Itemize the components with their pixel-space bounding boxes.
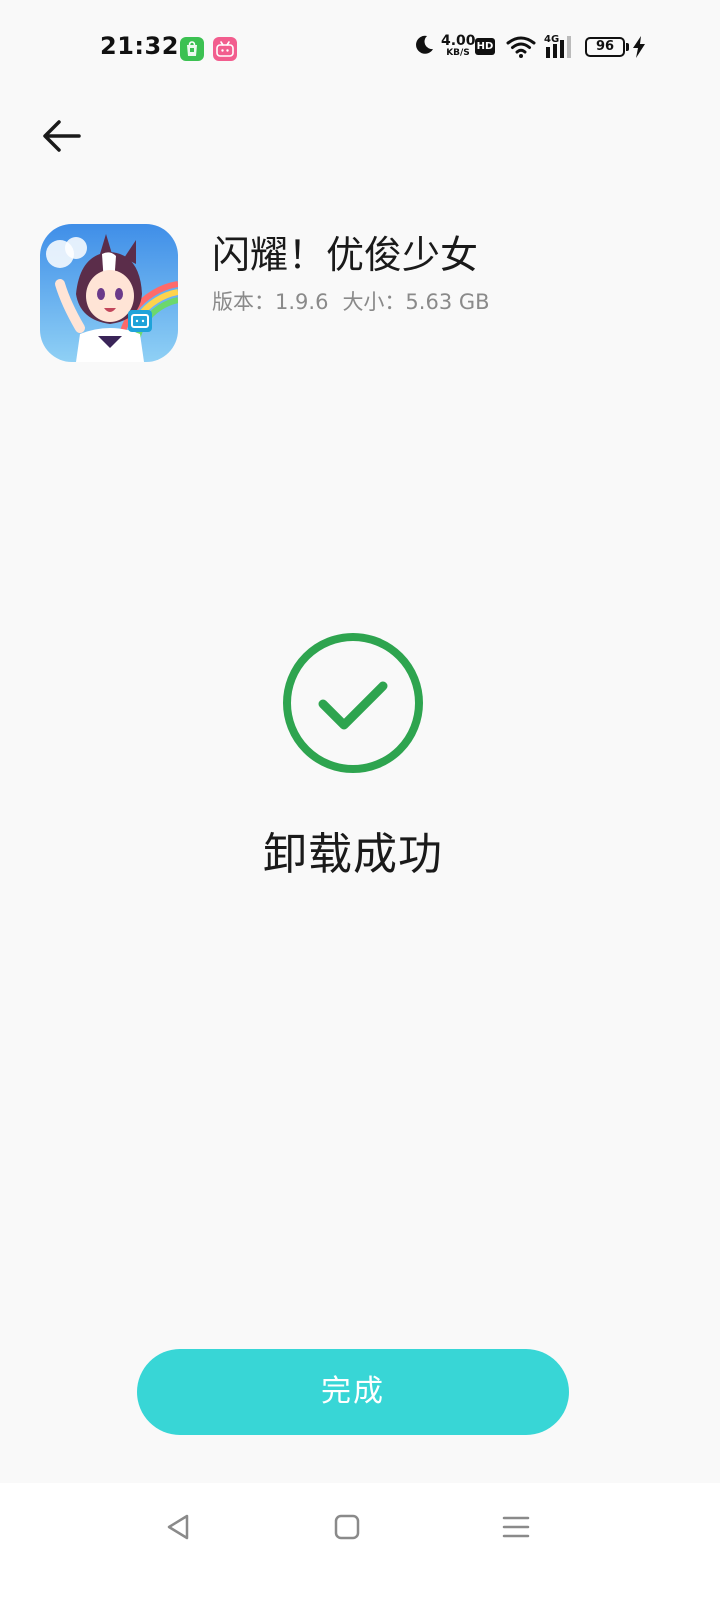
success-message: 卸载成功 [263,829,443,880]
menu-lines-icon [502,1516,530,1538]
home-square-icon [334,1514,360,1540]
network-speed: 4.00 KB/S [441,33,476,58]
app-store-notification-icon [180,37,204,61]
network-type-label: 4G [544,34,559,45]
app-icon [40,224,178,362]
back-triangle-icon [167,1514,189,1540]
battery-icon: 96 [585,37,625,57]
charging-icon [632,36,646,58]
check-circle-icon [281,631,425,775]
battery-tip [626,43,629,51]
cellular-signal-icon: 4G [544,33,576,59]
nav-back-button[interactable] [158,1507,198,1547]
network-speed-value: 4.00 [441,33,476,49]
app-name: 闪耀！优俊少女 [212,233,479,277]
wifi-icon [506,35,536,59]
app-meta: 版本：1.9.6 大小：5.63 GB [212,286,490,316]
moon-icon [413,34,435,56]
hd-badge: HD [475,38,495,55]
app-version: 版本：1.9.6 [212,290,329,314]
done-button[interactable]: 完成 [137,1349,569,1435]
status-time: 21:32 [100,32,179,60]
back-arrow-icon [43,120,81,152]
bilibili-notification-icon [213,37,237,61]
nav-home-button[interactable] [327,1507,367,1547]
back-button[interactable] [36,112,88,160]
nav-menu-button[interactable] [496,1507,536,1547]
app-size: 大小：5.63 GB [342,290,490,314]
navigation-bar [0,1483,720,1600]
network-speed-unit: KB/S [446,48,470,58]
status-bar: 21:32 4.00 KB/S HD 4G 96 [0,0,720,96]
